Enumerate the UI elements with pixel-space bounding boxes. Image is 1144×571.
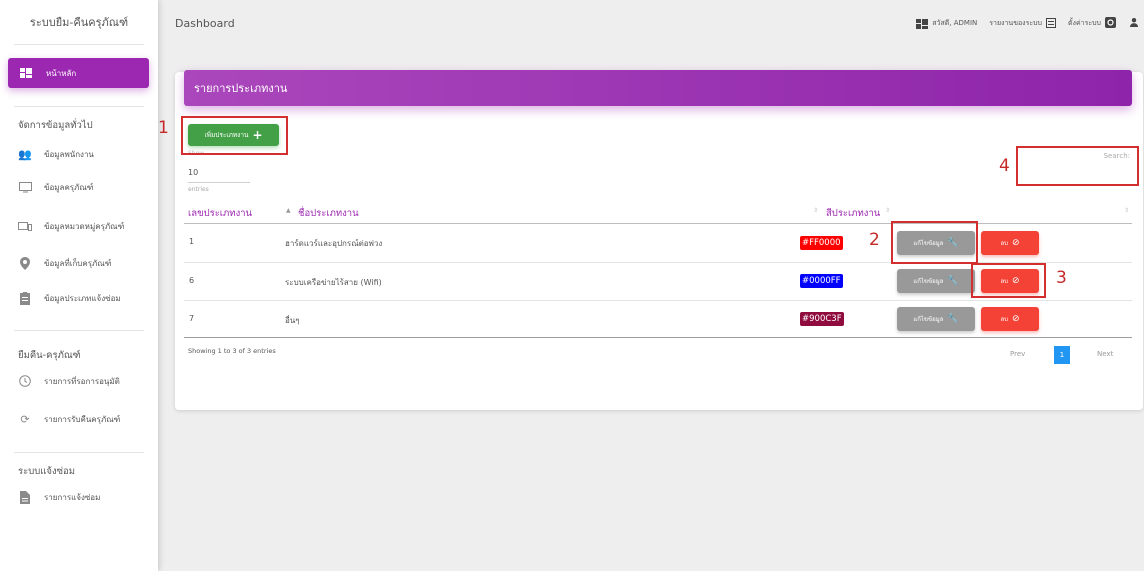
divider <box>14 106 144 107</box>
delete-button-label: ลบ <box>1000 240 1008 247</box>
edit-button-label: แก้ไขข้อมูล <box>913 278 944 285</box>
card-title: รายการประเภทงาน <box>184 70 1132 106</box>
annotation-box-2 <box>891 221 978 264</box>
divider <box>14 44 144 45</box>
sidebar-item-label: ข้อมูลที่เก็บครุภัณฑ์ <box>44 258 112 268</box>
user-account[interactable] <box>1130 18 1138 29</box>
location-pin-icon <box>18 256 32 270</box>
dashboard-icon <box>916 18 929 29</box>
entries-underline <box>188 182 250 183</box>
next-page-button[interactable]: Next <box>1097 350 1113 358</box>
cell-id: 7 <box>189 314 195 323</box>
clipboard-icon <box>18 291 32 305</box>
table-footer-divider <box>184 337 1132 338</box>
sort-icon: ⇕ <box>1124 207 1130 214</box>
color-badge: #FF0000 <box>800 236 843 250</box>
annotation-label-3: 3 <box>1056 268 1067 288</box>
sidebar-item-home[interactable]: หน้าหลัก <box>8 58 149 88</box>
edit-button[interactable]: แก้ไขข้อมูล 🔧 <box>897 307 975 331</box>
sidebar-item-label: รายการรับคืนครุภัณฑ์ <box>44 414 121 424</box>
page-title: Dashboard <box>175 17 235 30</box>
ban-icon: ⊘ <box>1011 238 1020 248</box>
edit-button-label: แก้ไขข้อมูล <box>913 316 944 323</box>
prev-page-button[interactable]: Prev <box>1010 350 1025 358</box>
page-1-button[interactable]: 1 <box>1054 346 1070 364</box>
sidebar-item-storage[interactable]: ข้อมูลที่เก็บครุภัณฑ์ <box>18 254 153 272</box>
sidebar-item-employees[interactable]: 👥 ข้อมูลพนักงาน <box>18 145 153 163</box>
annotation-label-2: 2 <box>869 230 880 250</box>
sidebar-item-repair-list[interactable]: รายการแจ้งซ่อม <box>18 488 153 506</box>
color-badge: #900C3F <box>800 312 844 326</box>
sidebar-item-categories[interactable]: ข้อมูลหมวดหมู่ครุภัณฑ์ <box>18 217 153 235</box>
user-greeting-label: สวัสดี, ADMIN <box>932 19 978 27</box>
entries-select[interactable]: 10 <box>188 168 198 177</box>
annotation-box-4 <box>1016 146 1139 186</box>
sidebar-item-label: หน้าหลัก <box>46 68 77 78</box>
sidebar-item-label: รายการแจ้งซ่อม <box>44 492 101 502</box>
cell-name: อื่นๆ <box>285 316 300 325</box>
people-icon: 👥 <box>18 147 32 161</box>
column-header-name[interactable]: ชื่อประเภทงาน <box>298 206 359 221</box>
person-icon <box>1130 18 1138 29</box>
sort-icon: ⇕ <box>885 207 891 214</box>
refresh-icon: ⟳ <box>20 412 30 426</box>
sidebar-item-label: รายการที่รอการอนุมัติ <box>44 376 120 386</box>
sidebar-item-pending[interactable]: รายการที่รอการอนุมัติ <box>18 372 153 390</box>
sidebar-item-label: ข้อมูลพนักงาน <box>44 149 94 159</box>
group-title-repair: ระบบแจ้งซ่อม <box>18 466 76 477</box>
report-link[interactable]: รายงานของระบบ <box>989 17 1057 30</box>
cell-name: ฮาร์ดแวร์และอุปกรณ์ต่อพ่วง <box>285 239 383 248</box>
sidebar-item-equipment[interactable]: ข้อมูลครุภัณฑ์ <box>18 178 153 196</box>
sidebar-item-label: ข้อมูลหมวดหมู่ครุภัณฑ์ <box>44 221 125 231</box>
annotation-label-4: 4 <box>999 156 1010 176</box>
devices-icon <box>18 219 32 233</box>
document-icon <box>18 490 32 504</box>
annotation-label-1: 1 <box>158 118 169 138</box>
row-divider <box>184 300 1132 301</box>
sidebar-item-repair-types[interactable]: ข้อมูลประเภทแจ้งซ่อม <box>18 289 153 307</box>
cell-name: ระบบเครือข่ายไร้สาย (Wifi) <box>285 278 382 287</box>
wrench-icon: 🔧 <box>947 314 959 324</box>
sort-icon: ⇕ <box>813 207 819 214</box>
divider <box>14 330 144 331</box>
delete-button-label: ลบ <box>1000 316 1008 323</box>
sidebar-item-returns[interactable]: ⟳ รายการรับคืนครุภัณฑ์ <box>18 410 153 428</box>
monitor-icon <box>18 180 32 194</box>
column-header-color[interactable]: สีประเภทงาน <box>826 206 880 221</box>
entries-label: entries <box>188 186 209 193</box>
edit-button[interactable]: แก้ไขข้อมูล 🔧 <box>897 269 975 293</box>
clock-icon <box>18 374 32 388</box>
settings-link[interactable]: ตั้งค่าระบบ <box>1068 17 1116 30</box>
sidebar-item-label: ข้อมูลประเภทแจ้งซ่อม <box>44 293 121 303</box>
sidebar: ระบบยืม-คืนครุภัณฑ์ หน้าหลัก จัดการข้อมู… <box>0 0 158 571</box>
cell-id: 1 <box>189 237 195 246</box>
group-title-borrow: ยืมคืน-ครุภัณฑ์ <box>18 350 81 361</box>
ban-icon: ⊘ <box>1011 314 1020 324</box>
dashboard-icon <box>20 68 32 78</box>
report-label: รายงานของระบบ <box>989 19 1043 27</box>
divider <box>14 452 144 453</box>
wrench-icon: 🔧 <box>947 276 959 286</box>
cell-id: 6 <box>189 276 195 285</box>
report-icon <box>1046 17 1057 30</box>
user-greeting[interactable]: สวัสดี, ADMIN <box>916 18 977 29</box>
settings-label: ตั้งค่าระบบ <box>1068 19 1101 27</box>
table-header-divider <box>184 223 1132 224</box>
delete-button[interactable]: ลบ ⊘ <box>981 231 1039 255</box>
color-badge: #0000FF <box>800 274 843 288</box>
header-actions: สวัสดี, ADMIN รายงานของระบบ ตั้งค่าระบบ <box>904 17 1138 30</box>
sort-asc-icon: ▲ <box>286 207 291 214</box>
delete-button[interactable]: ลบ ⊘ <box>981 307 1039 331</box>
group-title-general: จัดการข้อมูลทั่วไป <box>18 120 93 131</box>
column-header-id[interactable]: เลขประเภทงาน <box>188 206 252 221</box>
annotation-box-1 <box>181 116 288 155</box>
entries-info: Showing 1 to 3 of 3 entries <box>188 347 276 355</box>
annotation-box-3 <box>971 263 1046 298</box>
top-header: Dashboard สวัสดี, ADMIN รายงานของระบบ ตั… <box>158 0 1144 48</box>
brand-title: ระบบยืม-คืนครุภัณฑ์ <box>29 16 129 29</box>
settings-icon <box>1105 17 1116 30</box>
sidebar-item-label: ข้อมูลครุภัณฑ์ <box>44 182 94 192</box>
